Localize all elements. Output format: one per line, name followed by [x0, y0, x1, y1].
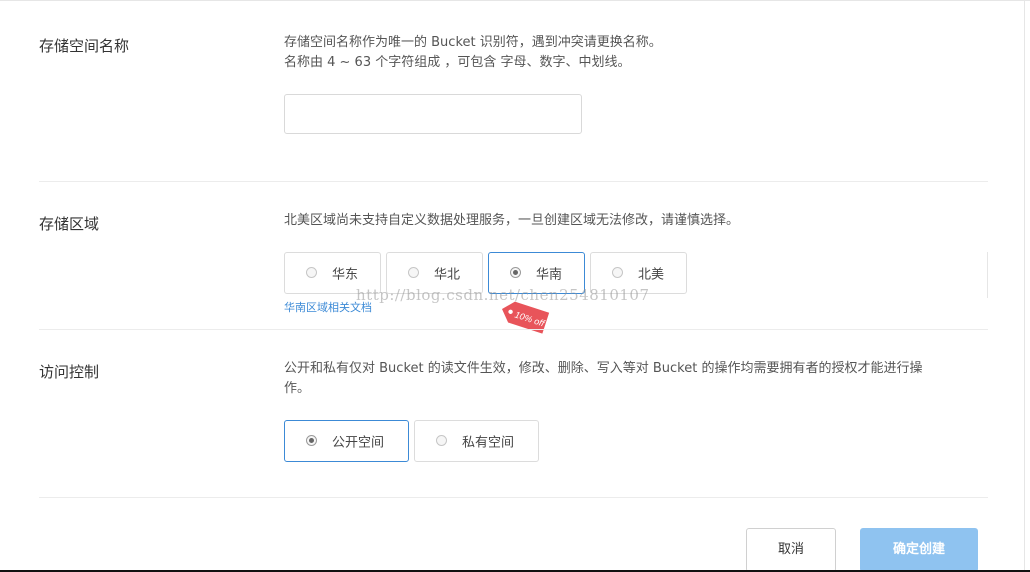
access-desc-line2: 作。 [284, 381, 311, 396]
region-label: 存储区域 [39, 215, 100, 233]
radio-icon [306, 267, 317, 278]
right-border [1024, 0, 1025, 572]
access-option-label: 私有空间 [462, 435, 515, 451]
region-option-label: 北美 [638, 267, 665, 283]
cancel-button[interactable]: 取消 [746, 528, 836, 572]
bucket-name-desc-line2: 名称由 4 ~ 63 个字符组成 ，可包含 字母、数字、中划线。 [284, 55, 631, 70]
radio-icon [510, 267, 521, 278]
access-label: 访问控制 [39, 363, 100, 381]
watermark-text: http://blog.csdn.net/chen254810107 [356, 286, 650, 304]
radio-icon [612, 267, 623, 278]
region-desc: 北美区域尚未支持自定义数据处理服务，一旦创建区域无法修改，请谨慎选择。 [284, 213, 740, 228]
region-option-label: 华东 [332, 267, 359, 283]
top-border [0, 0, 1030, 1]
section-divider-2 [39, 329, 988, 330]
access-option-public[interactable]: 公开空间 [284, 420, 409, 462]
radio-icon [306, 435, 317, 446]
access-option-private[interactable]: 私有空间 [414, 420, 539, 462]
bucket-name-label: 存储空间名称 [39, 37, 130, 55]
confirm-create-button[interactable]: 确定创建 [860, 528, 978, 572]
radio-icon [436, 435, 447, 446]
access-desc-line1: 公开和私有仅对 Bucket 的读文件生效，修改、删除、写入等对 Bucket … [284, 361, 923, 376]
region-edge-line [987, 252, 988, 298]
region-option-label: 华北 [434, 267, 461, 283]
radio-icon [408, 267, 419, 278]
bucket-name-desc-line1: 存储空间名称作为唯一的 Bucket 识别符，遇到冲突请更换名称。 [284, 35, 662, 50]
section-divider-1 [39, 181, 988, 182]
access-option-label: 公开空间 [332, 435, 385, 451]
section-divider-3 [39, 497, 988, 498]
region-option-label: 华南 [536, 267, 563, 283]
bucket-name-input[interactable] [284, 94, 582, 134]
